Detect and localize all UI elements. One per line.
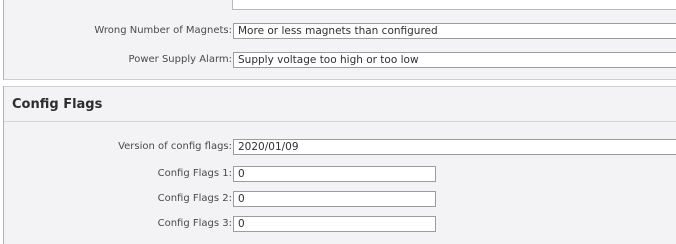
- config-flags-1-row: Config Flags 1:: [4, 166, 676, 182]
- config-flags-3-row: Config Flags 3:: [4, 216, 676, 232]
- config-flags-panel: Config Flags Version of config flags: Co…: [3, 86, 676, 244]
- wrong-magnets-field[interactable]: [233, 23, 676, 39]
- config-flags-2-label: Config Flags 2:: [157, 193, 232, 204]
- previous-field-edge: [232, 0, 676, 10]
- section-divider: [4, 121, 676, 122]
- config-version-label: Version of config flags:: [118, 141, 232, 152]
- config-flags-2-field[interactable]: [233, 191, 436, 207]
- power-supply-label: Power Supply Alarm:: [128, 54, 232, 65]
- config-flags-1-field[interactable]: [233, 166, 436, 182]
- wrong-magnets-label: Wrong Number of Magnets:: [94, 25, 232, 36]
- config-version-field[interactable]: [233, 139, 676, 155]
- properties-page: Wrong Number of Magnets: Power Supply Al…: [0, 0, 676, 244]
- config-flags-3-label: Config Flags 3:: [157, 218, 232, 229]
- config-version-row: Version of config flags:: [4, 139, 676, 155]
- power-supply-field[interactable]: [233, 52, 676, 68]
- power-supply-row: Power Supply Alarm:: [4, 52, 676, 68]
- alarms-panel: Wrong Number of Magnets: Power Supply Al…: [3, 0, 676, 80]
- config-flags-1-label: Config Flags 1:: [157, 168, 232, 179]
- config-flags-2-row: Config Flags 2:: [4, 191, 676, 207]
- config-flags-3-field[interactable]: [233, 216, 436, 232]
- config-flags-title: Config Flags: [12, 97, 103, 112]
- wrong-magnets-row: Wrong Number of Magnets:: [4, 23, 676, 39]
